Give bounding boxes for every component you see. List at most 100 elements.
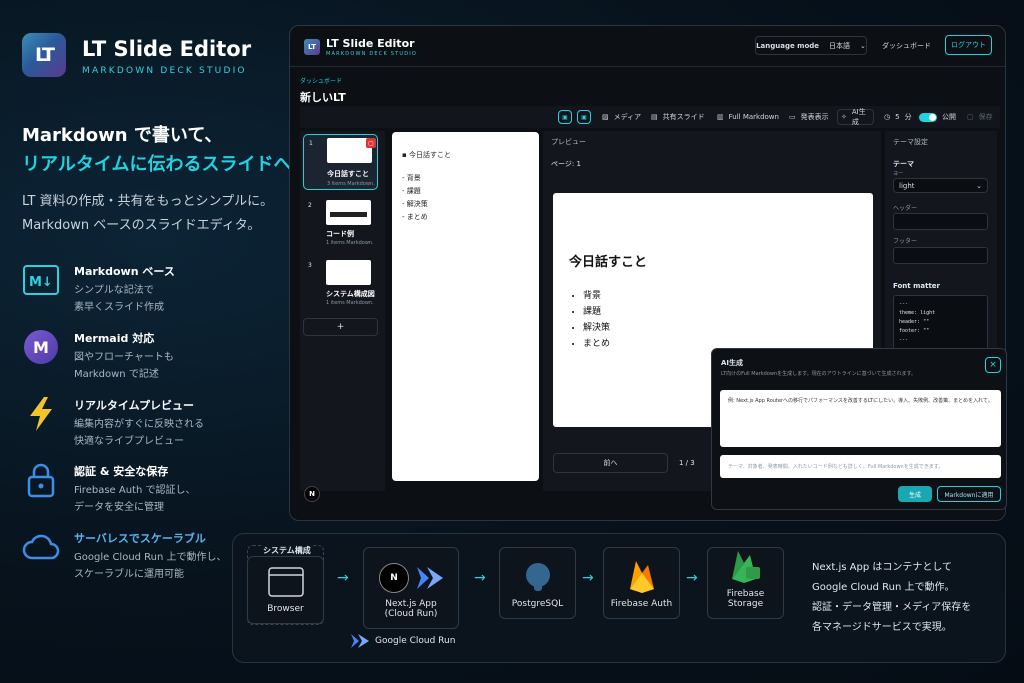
feature-auth: 認証 & 安全な保存 Firebase Auth で認証し、 データを安全に管理: [22, 461, 252, 516]
markdown-icon: M↓: [22, 261, 60, 299]
close-icon[interactable]: ×: [985, 357, 1001, 373]
app-title: LT Slide Editor: [326, 37, 415, 50]
preview-page: ページ: 1: [551, 160, 581, 168]
thumb-title: コード例: [326, 230, 354, 238]
layout-single-icon[interactable]: ▣: [558, 110, 572, 124]
chevron-down-icon: ⌄: [860, 41, 866, 50]
node-label: PostgreSQL: [511, 599, 564, 609]
save-icon: ▢: [967, 113, 974, 121]
node-label: Next.js App: [385, 599, 437, 609]
node-label: Firebase Storage: [726, 589, 765, 609]
feature-desc: データを安全に管理: [74, 502, 164, 513]
feature-desc: スケーラブルに運用可能: [74, 569, 184, 580]
hero-lead: LT 資料の作成・共有をもっとシンプルに。 Markdown ベースのスライドエ…: [22, 190, 273, 238]
public-toggle[interactable]: 公開: [919, 109, 956, 125]
monitor-icon: ▭: [789, 113, 796, 121]
node-sublabel: (Cloud Run): [384, 609, 438, 619]
markdown-editor[interactable]: ▪ 今日話すこと - 背景 - 課題 - 解決策 - まとめ: [392, 132, 539, 481]
brand-subtitle: MARKDOWN DECK STUDIO: [82, 66, 247, 76]
arrow-icon: →: [582, 570, 594, 586]
dialog-title: AI生成: [721, 359, 744, 367]
apply-markdown-button[interactable]: Markdownに適用: [937, 486, 1001, 502]
lock-icon: [22, 461, 60, 499]
lightning-icon: [22, 395, 60, 433]
footer-input[interactable]: [893, 247, 988, 264]
share-icon: ▤: [651, 113, 658, 121]
node-postgresql: PostgreSQL: [499, 547, 576, 619]
firebase-storage-icon: [731, 551, 760, 583]
feature-serverless: サーバレスでスケーラブル Google Cloud Run 上で動作し、 スケーラブ…: [22, 528, 252, 583]
feature-title: サーバレスでスケーラブル: [74, 532, 206, 545]
add-slide-button[interactable]: +: [303, 318, 378, 336]
full-markdown-button[interactable]: ▥ Full Markdown: [717, 109, 779, 125]
generate-button[interactable]: 生成: [898, 486, 932, 502]
present-button[interactable]: ▭ 発表表示: [789, 109, 829, 125]
cloud-icon: [22, 528, 60, 566]
feature-desc: シンプルな記法で: [74, 285, 154, 296]
theme-heading: テーマ設定: [893, 138, 928, 146]
chevron-down-icon: ⌄: [976, 181, 982, 190]
hero-headline-2: リアルタイムに伝わるスライドへ: [22, 154, 292, 175]
present-label: 発表表示: [800, 113, 829, 121]
public-label: 公開: [942, 113, 956, 121]
ai-generate-button[interactable]: ✧ AI生成: [837, 108, 874, 126]
timer[interactable]: ◷ 5 分: [884, 109, 912, 125]
feature-mermaid: M Mermaid 対応 図やフローチャートも Markdown で記述: [22, 328, 252, 383]
nextjs-icon: N: [379, 563, 409, 593]
clock-icon: ◷: [884, 113, 891, 121]
media-label: メディア: [613, 113, 642, 121]
feature-desc: Firebase Auth で認証し、: [74, 485, 196, 496]
header-input[interactable]: [893, 213, 988, 230]
thumb-number: 1: [309, 140, 313, 147]
hint-input[interactable]: テーマ、対象者、発表時間、入れたいコード例なども詳しく。Full Markdow…: [720, 455, 1001, 478]
thumb-item[interactable]: 3 システム構成図 1 items Markdown.: [303, 257, 378, 309]
thumb-preview: [326, 200, 371, 225]
toolbar: ▣ ▣ ▨ メディア ▤ 共有スライド ▥ Full Markdown ▭ 発表表示 ✧ A…: [300, 106, 1000, 128]
media-button[interactable]: ▨ メディア: [602, 109, 641, 125]
ai-dialog: AI生成 LT向けのFull Markdownを生成します。現在のアウトラインに…: [711, 348, 1007, 510]
page-title: 新しいLT: [300, 91, 346, 104]
feature-title: リアルタイムプレビュー: [74, 399, 195, 412]
node-label: Browser: [267, 604, 304, 614]
arrow-icon: →: [686, 570, 698, 586]
sparkle-icon: ✧: [841, 113, 847, 121]
thumb-item[interactable]: 1 ▢ 今日話すこと 3 items Markdown.: [303, 134, 378, 190]
node-firebase-auth: Firebase Auth: [603, 547, 680, 619]
front-matter-code[interactable]: --- theme: light header: "" footer: "" ---: [893, 295, 988, 350]
preview-label: プレビュー: [551, 138, 586, 146]
thumb-item[interactable]: 2 コード例 1 items Markdown.: [303, 197, 378, 249]
theme-label: テーマ: [893, 160, 914, 168]
language-label: Language mode: [756, 41, 820, 50]
cloud-run-label: Google Cloud Run: [351, 634, 455, 648]
prompt-textarea[interactable]: 例: Next.js App Routerへの移行でパフォーマンスを改善するLT…: [720, 390, 1001, 447]
language-select[interactable]: Language mode 日本語 ⌄: [755, 36, 867, 55]
nextjs-badge[interactable]: N: [304, 486, 320, 502]
ai-label: AI生成: [851, 108, 866, 126]
page-counter: 1 / 3: [679, 459, 695, 467]
mermaid-icon: M: [22, 328, 60, 366]
layout-split-icon[interactable]: ▣: [577, 110, 591, 124]
node-nextjs: N Next.js App (Cloud Run): [363, 547, 459, 629]
thumb-title: システム構成図: [326, 290, 375, 298]
arrow-icon: →: [474, 570, 486, 586]
timer-unit: 分: [904, 113, 912, 121]
brand-logo: LT: [22, 33, 66, 77]
prev-button[interactable]: 前へ: [553, 453, 668, 473]
theme-select[interactable]: light ⌄: [893, 178, 988, 193]
firebase-icon: [629, 561, 654, 593]
system-label: システム構成: [261, 545, 313, 556]
editor-heading: ▪ 今日話すこと: [402, 151, 451, 159]
delete-icon[interactable]: ▢: [366, 138, 376, 148]
arrow-icon: →: [337, 570, 349, 586]
save-button[interactable]: ▢ 保存: [967, 109, 993, 125]
dashboard-link[interactable]: ダッシュボード: [882, 41, 931, 51]
feature-markdown: M↓ Markdown ベース シンプルな記法で 素早くスライド作成: [22, 261, 252, 316]
logout-button[interactable]: ログアウト: [945, 35, 992, 55]
app-logo: LT: [304, 39, 320, 55]
feature-title: Markdown ベース: [74, 265, 175, 278]
slide-title: 今日話すこと: [569, 255, 648, 270]
theme-hint: ヨー: [893, 171, 904, 177]
breadcrumb[interactable]: ダッシュボード: [300, 76, 342, 85]
share-label: 共有スライド: [662, 113, 705, 121]
share-button[interactable]: ▤ 共有スライド: [651, 109, 705, 125]
